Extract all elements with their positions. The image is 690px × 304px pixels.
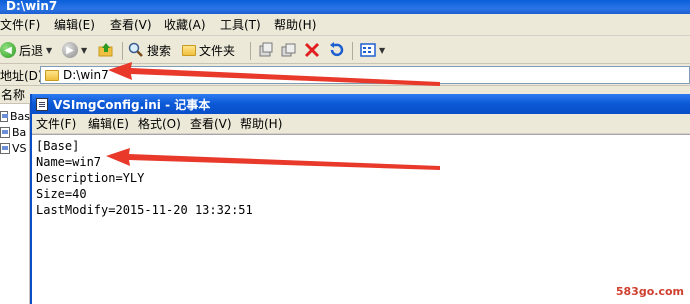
notepad-icon [36,97,48,111]
watermark: 583go.com [615,285,684,298]
up-folder-button[interactable] [98,40,114,60]
file-icon [0,126,10,138]
forward-dropdown-icon[interactable]: ▼ [81,46,87,55]
column-header-name[interactable]: 名称 [0,86,30,104]
back-dropdown-icon[interactable]: ▼ [46,46,52,55]
menu-tools[interactable]: 工具(T) [220,17,261,33]
address-value: D:\win7 [63,68,109,82]
text-line: Description=YLY [36,171,145,185]
notepad-menu-format[interactable]: 格式(O) [138,116,181,132]
toolbar-separator [122,42,123,60]
explorer-toolbar: ◀ 后退 ▼ ▶ ▼ 搜索 文件夹 ▼ [0,36,690,64]
menu-view[interactable]: 查看(V) [110,17,152,33]
list-item[interactable]: VS [0,140,30,156]
file-name: VS [12,141,27,155]
text-line: Size=40 [36,187,87,201]
list-item[interactable]: Ba [0,124,30,140]
menu-edit[interactable]: 编辑(E) [54,17,95,33]
delete-icon [304,42,320,58]
address-label: 地址(D) [0,69,43,83]
address-input[interactable]: D:\win7 [40,66,690,84]
notepad-text-area[interactable]: [Base] Name=win7 Description=YLY Size=40… [32,134,690,304]
search-button[interactable]: 搜索 [128,40,171,60]
search-label: 搜索 [147,43,172,58]
notepad-menu-edit[interactable]: 编辑(E) [88,116,129,132]
views-button[interactable]: ▼ [360,40,385,60]
text-line: Name=win7 [36,155,102,169]
file-icon [0,142,10,154]
views-icon [360,43,376,57]
move-to-icon [259,42,273,57]
forward-button[interactable]: ▶ ▼ [62,40,87,60]
notepad-title: VSImgConfig.ini - 记事本 [53,97,211,112]
address-bar: 地址(D) D:\win7 [0,64,690,86]
folders-button[interactable]: 文件夹 [182,40,235,60]
notepad-menu-file[interactable]: 文件(F) [36,116,76,132]
toolbar-separator [250,42,251,60]
views-dropdown-icon[interactable]: ▼ [379,46,385,55]
copy-to-button[interactable] [280,40,296,60]
text-line: LastModify=2015-11-20 13:32:51 [36,203,253,217]
undo-button[interactable] [328,40,344,60]
notepad-menu-view[interactable]: 查看(V) [190,116,232,132]
list-item[interactable]: Bas [0,108,30,124]
notepad-menu-bar: 文件(F) 编辑(E) 格式(O) 查看(V) 帮助(H) [32,114,690,134]
file-name: Bas [9,109,30,123]
text-line: [Base] [36,139,80,153]
folders-icon [182,44,196,56]
explorer-title-bar: D:\win7 [0,0,690,14]
notepad-window: VSImgConfig.ini - 记事本 文件(F) 编辑(E) 格式(O) … [30,94,690,304]
back-button[interactable]: ◀ 后退 ▼ [0,40,52,60]
back-arrow-icon: ◀ [0,42,16,58]
menu-file[interactable]: 文件(F) [0,17,40,33]
folder-icon [45,69,59,81]
search-icon [128,42,143,57]
undo-icon [330,42,344,57]
file-name: Ba [12,125,27,139]
file-list: 名称 Bas Ba VS [0,86,30,304]
forward-arrow-icon: ▶ [62,42,78,58]
explorer-menu-bar: 文件(F) 编辑(E) 查看(V) 收藏(A) 工具(T) 帮助(H) [0,14,690,36]
folders-label: 文件夹 [199,43,236,58]
copy-to-icon [281,43,296,57]
file-icon [0,110,8,122]
notepad-menu-help[interactable]: 帮助(H) [240,116,282,132]
toolbar-separator [352,42,353,60]
delete-button[interactable] [304,40,320,60]
menu-favorites[interactable]: 收藏(A) [164,17,206,33]
notepad-title-bar[interactable]: VSImgConfig.ini - 记事本 [32,94,690,114]
up-folder-icon [98,43,113,57]
explorer-title: D:\win7 [6,0,58,13]
back-label: 后退 [19,43,44,58]
menu-help[interactable]: 帮助(H) [274,17,316,33]
move-to-button[interactable] [258,40,274,60]
